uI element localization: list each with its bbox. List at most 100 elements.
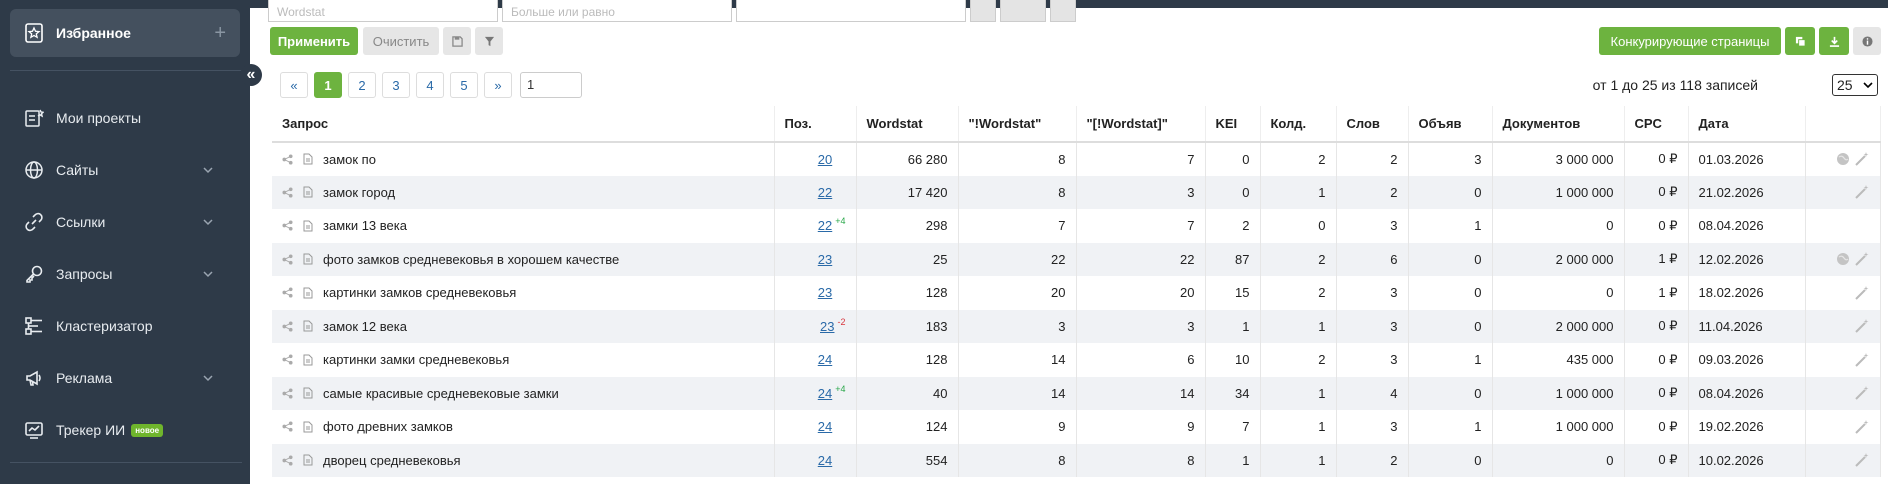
copy-button[interactable] xyxy=(1785,27,1815,55)
sidebar-item-queries[interactable]: Запросы xyxy=(0,248,250,300)
clear-button[interactable]: Очистить xyxy=(363,27,439,55)
filter-small-button[interactable] xyxy=(1000,0,1046,22)
goto-page-input[interactable]: 1 xyxy=(520,72,582,98)
sidebar-item-links[interactable]: Ссылки xyxy=(0,196,250,248)
document-icon[interactable] xyxy=(303,454,313,466)
share-icon[interactable] xyxy=(282,254,293,265)
add-favorite-icon[interactable]: + xyxy=(214,22,226,45)
position-link[interactable]: 23 xyxy=(818,252,832,267)
query-text[interactable]: самые красивые средневековые замки xyxy=(323,386,559,401)
document-icon[interactable] xyxy=(303,320,313,332)
share-icon[interactable] xyxy=(282,154,293,165)
table-row[interactable]: замок по20+066 2808702233 000 0000 ₽01.0… xyxy=(272,142,1881,176)
column-header[interactable]: Колд. xyxy=(1260,106,1337,143)
page-1[interactable]: 1 xyxy=(314,72,342,98)
share-icon[interactable] xyxy=(282,220,293,231)
column-header[interactable]: Слов xyxy=(1336,106,1409,143)
position-link[interactable]: 20 xyxy=(818,152,832,167)
magic-wand-icon[interactable] xyxy=(1854,151,1870,167)
column-header[interactable]: Wordstat xyxy=(856,106,959,143)
table-row[interactable]: фото замков средневековья в хорошем каче… xyxy=(272,242,1881,276)
document-icon[interactable] xyxy=(303,421,313,433)
query-text[interactable]: картинки замков средневековья xyxy=(323,285,516,300)
apply-button[interactable]: Применить xyxy=(270,27,358,55)
document-icon[interactable] xyxy=(303,153,313,165)
filter-value-input[interactable] xyxy=(736,0,966,22)
document-icon[interactable] xyxy=(303,253,313,265)
share-icon[interactable] xyxy=(282,388,293,399)
magic-wand-icon[interactable] xyxy=(1854,184,1870,200)
column-header[interactable]: "!Wordstat" xyxy=(958,106,1077,143)
page-prev[interactable]: « xyxy=(280,72,308,98)
download-button[interactable] xyxy=(1819,27,1849,55)
position-link[interactable]: 24 xyxy=(818,386,832,401)
query-text[interactable]: замок 12 века xyxy=(323,319,407,334)
page-next[interactable]: » xyxy=(484,72,512,98)
query-text[interactable]: картинки замки средневековья xyxy=(323,352,509,367)
table-row[interactable]: замок город22+017 4208301201 000 0000 ₽2… xyxy=(272,175,1881,209)
magic-wand-icon[interactable] xyxy=(1854,385,1870,401)
position-link[interactable]: 23 xyxy=(818,285,832,300)
filter-button[interactable] xyxy=(475,27,503,55)
position-link[interactable]: 22 xyxy=(818,218,832,233)
query-text[interactable]: фото древних замков xyxy=(323,419,453,434)
column-header[interactable]: KEI xyxy=(1205,106,1261,143)
magic-wand-icon[interactable] xyxy=(1854,251,1870,267)
wordstat-filter-input[interactable]: Wordstat xyxy=(268,0,498,22)
column-header[interactable]: Объяв xyxy=(1408,106,1493,143)
sidebar-item-projects[interactable]: Мои проекты xyxy=(0,92,250,144)
page-3[interactable]: 3 xyxy=(382,72,410,98)
filter-small-button[interactable] xyxy=(1050,0,1076,22)
position-link[interactable]: 24 xyxy=(818,419,832,434)
document-icon[interactable] xyxy=(303,354,313,366)
table-row[interactable]: картинки замки средневековья24+012814610… xyxy=(272,343,1881,377)
magic-wand-icon[interactable] xyxy=(1854,419,1870,435)
table-row[interactable]: замки 13 века 22 +4 298 7 7 2 0 3 1 0 0 ₽08.04.2026 xyxy=(272,209,1881,243)
sidebar-item-ai-tracker[interactable]: Трекер ИИ новое xyxy=(0,404,250,456)
table-row[interactable]: самые красивые средневековые замки 24 +4 40… xyxy=(272,376,1881,410)
column-header[interactable]: CPC xyxy=(1624,106,1689,143)
favorites-item[interactable]: Избранное + xyxy=(10,9,240,57)
collapse-sidebar-icon[interactable]: « xyxy=(240,64,262,86)
magic-wand-icon[interactable] xyxy=(1854,452,1870,468)
position-link[interactable]: 24 xyxy=(818,453,832,468)
share-icon[interactable] xyxy=(282,321,293,332)
column-header[interactable]: Дата xyxy=(1688,106,1806,143)
column-header[interactable]: Поз. xyxy=(774,106,857,143)
table-row[interactable]: фото древних замков24+01249971311 000 00… xyxy=(272,410,1881,444)
table-row[interactable]: картинки замков средневековья23+01282020… xyxy=(272,276,1881,310)
page-5[interactable]: 5 xyxy=(450,72,478,98)
query-text[interactable]: фото замков средневековья в хорошем каче… xyxy=(323,252,619,267)
document-icon[interactable] xyxy=(303,220,313,232)
document-icon[interactable] xyxy=(303,387,313,399)
page-2[interactable]: 2 xyxy=(348,72,376,98)
column-header[interactable]: "[!Wordstat]" xyxy=(1076,106,1206,143)
position-link[interactable]: 22 xyxy=(818,185,832,200)
save-button[interactable] xyxy=(443,27,471,55)
more-or-equal-filter-input[interactable]: Больше или равно xyxy=(502,0,732,22)
query-text[interactable]: замок город xyxy=(323,185,395,200)
share-icon[interactable] xyxy=(282,421,293,432)
per-page-select[interactable]: 25 xyxy=(1832,74,1878,96)
sidebar-item-clusterizer[interactable]: Кластеризатор xyxy=(0,300,250,352)
column-header[interactable]: Документов xyxy=(1492,106,1625,143)
share-icon[interactable] xyxy=(282,455,293,466)
sidebar-item-ads[interactable]: Реклама xyxy=(0,352,250,404)
share-icon[interactable] xyxy=(282,187,293,198)
page-4[interactable]: 4 xyxy=(416,72,444,98)
query-text[interactable]: замки 13 века xyxy=(323,218,407,233)
info-button[interactable] xyxy=(1853,27,1881,55)
share-icon[interactable] xyxy=(282,354,293,365)
magic-wand-icon[interactable] xyxy=(1854,352,1870,368)
share-icon[interactable] xyxy=(282,287,293,298)
position-link[interactable]: 23 xyxy=(820,319,834,334)
filter-small-button[interactable] xyxy=(970,0,996,22)
column-header[interactable]: Запрос xyxy=(272,106,775,143)
table-row[interactable]: дворец средневековья24+055488112000 ₽10.… xyxy=(272,443,1881,477)
position-link[interactable]: 24 xyxy=(818,352,832,367)
query-text[interactable]: замок по xyxy=(323,152,376,167)
globe-icon[interactable] xyxy=(1836,252,1850,266)
column-header[interactable] xyxy=(1805,106,1881,143)
document-icon[interactable] xyxy=(303,186,313,198)
magic-wand-icon[interactable] xyxy=(1854,285,1870,301)
